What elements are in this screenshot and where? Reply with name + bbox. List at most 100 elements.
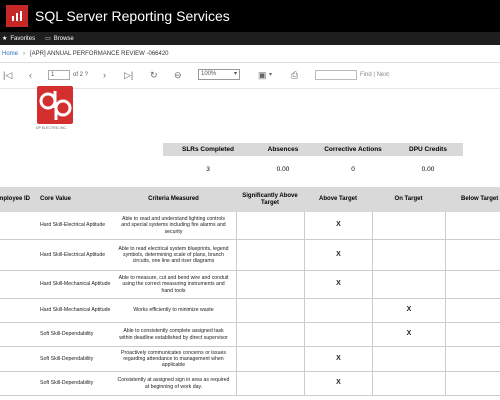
folder-icon: ▭ — [45, 36, 51, 42]
core-value-cell: Hard Skill-Mechanical Aptitude — [40, 307, 111, 314]
page-total: of 2 ? — [73, 72, 89, 78]
employee-id-cell — [0, 240, 38, 270]
below-target-cell — [445, 347, 500, 371]
stats-value-dpu: 0.00 — [421, 166, 435, 173]
below-target-cell — [445, 372, 500, 395]
ssrs-logo-icon[interactable] — [6, 5, 28, 27]
report-toolbar: |◁ ‹ 1 of 2 ? › ▷| ↻ ⊖ 100% ▾ ▣ ▾ ⎙ Find… — [0, 63, 500, 89]
favorites-button[interactable]: ★ Favorites — [2, 35, 36, 43]
header-core-value: Core Value — [40, 196, 72, 202]
above-target-cell: X — [304, 240, 372, 270]
significantly-above-cell — [236, 347, 304, 371]
on-target-cell — [372, 240, 445, 270]
first-page-icon[interactable]: |◁ — [3, 69, 12, 81]
page-number-input[interactable]: 1 — [48, 70, 70, 80]
stats-header-dpu: DPU Credits — [409, 146, 447, 153]
significantly-above-cell — [236, 212, 304, 239]
criteria-cell: Able to read and understand lighting con… — [121, 216, 226, 235]
review-table: Employee ID Core Value Criteria Measured… — [0, 187, 500, 396]
above-target-cell: X — [304, 347, 372, 371]
save-chevron-down-icon[interactable]: ▾ — [269, 69, 272, 81]
title-bar: SQL Server Reporting Services — [0, 0, 500, 32]
below-target-cell — [445, 271, 500, 298]
stats-header-row: SLRs Completed Absences Corrective Actio… — [163, 143, 463, 156]
significantly-above-cell — [236, 271, 304, 298]
last-page-icon[interactable]: ▷| — [124, 69, 133, 81]
table-row: Hard Skill-Electrical Aptitude Able to r… — [0, 240, 500, 271]
criteria-cell: Works efficiently to minimize waste — [133, 307, 214, 314]
employee-id-cell — [0, 271, 38, 298]
stats-header-corrective: Corrective Actions — [324, 146, 382, 153]
save-icon[interactable]: ▣ — [258, 69, 267, 81]
on-target-cell — [372, 347, 445, 371]
above-target-cell: X — [304, 271, 372, 298]
below-target-cell — [445, 299, 500, 322]
next-page-icon[interactable]: › — [103, 69, 106, 81]
table-row: Hard Skill-Mechanical Aptitude Works eff… — [0, 299, 500, 323]
company-logo — [37, 86, 73, 124]
header-significantly-above: Significantly Above Target — [242, 192, 298, 206]
on-target-cell — [372, 212, 445, 239]
core-value-cell: Soft Skill-Dependability — [40, 380, 94, 387]
above-target-cell: X — [304, 212, 372, 239]
on-target-cell: X — [372, 299, 445, 322]
zoom-value: 100% — [201, 71, 217, 77]
breadcrumb-report-name: [APR] ANNUAL PERFORMANCE REVIEW -066420 — [30, 50, 169, 57]
core-value-cell: Hard Skill-Electrical Aptitude — [40, 222, 106, 229]
favorites-bar: ★ Favorites ▭ Browse — [0, 32, 500, 45]
core-value-cell: Hard Skill-Electrical Aptitude — [40, 251, 106, 258]
breadcrumb-home-link[interactable]: Home — [2, 51, 18, 57]
table-row: Soft Skill-Dependability Proactively com… — [0, 347, 500, 372]
stats-value-corrective: 0 — [351, 166, 355, 173]
significantly-above-cell — [236, 240, 304, 270]
print-icon[interactable]: ⎙ — [291, 69, 298, 81]
below-target-cell — [445, 212, 500, 239]
logo-caption: DP ELECTRIC INC. — [36, 126, 68, 130]
browse-label: Browse — [53, 35, 74, 42]
header-above-target: Above Target — [319, 196, 357, 202]
find-input[interactable] — [315, 70, 357, 80]
on-target-cell — [372, 372, 445, 395]
chevron-down-icon: ▾ — [233, 71, 237, 77]
stats-header-slrs: SLRs Completed — [181, 146, 234, 153]
stats-value-absences: 0.00 — [276, 166, 290, 173]
above-target-cell: X — [304, 372, 372, 395]
employee-id-cell — [0, 212, 38, 239]
breadcrumb-separator: › — [23, 50, 26, 57]
header-below-target: Below Target — [461, 196, 499, 202]
prev-page-icon[interactable]: ‹ — [29, 69, 32, 81]
above-target-cell — [304, 323, 372, 346]
app-title: SQL Server Reporting Services — [35, 8, 230, 24]
significantly-above-cell — [236, 323, 304, 346]
significantly-above-cell — [236, 299, 304, 322]
core-value-cell: Soft Skill-Dependability — [40, 355, 94, 362]
breadcrumb: Home › [APR] ANNUAL PERFORMANCE REVIEW -… — [0, 45, 500, 63]
employee-id-cell — [0, 299, 38, 322]
below-target-cell — [445, 323, 500, 346]
header-criteria: Criteria Measured — [148, 196, 199, 202]
stats-header-absences: Absences — [267, 146, 299, 153]
criteria-cell: Proactively communicates concerns or iss… — [121, 349, 226, 369]
criteria-cell: Able to measure, cut and bend wire and c… — [118, 275, 229, 294]
on-target-cell: X — [372, 323, 445, 346]
table-row: Soft Skill-Dependability Able to consist… — [0, 323, 500, 347]
favorites-label: Favorites — [10, 35, 36, 42]
review-table-header: Employee ID Core Value Criteria Measured… — [0, 187, 500, 212]
stats-value-slrs: 3 — [206, 166, 210, 173]
below-target-cell — [445, 240, 500, 270]
criteria-cell: Able to consistently complete assigned t… — [119, 328, 228, 341]
back-to-parent-icon[interactable]: ⊖ — [174, 69, 182, 81]
criteria-cell: Consistently at assigned sign in area as… — [117, 377, 230, 390]
star-icon: ★ — [2, 36, 8, 42]
find-next-links[interactable]: Find | Next — [360, 72, 389, 78]
browse-button[interactable]: ▭ Browse — [45, 35, 74, 43]
header-on-target: On Target — [394, 196, 423, 202]
refresh-icon[interactable]: ↻ — [150, 69, 158, 81]
zoom-select[interactable]: 100% ▾ — [198, 69, 240, 80]
stats-value-row: 3 0.00 0 0.00 — [163, 163, 463, 175]
employee-id-cell — [0, 347, 38, 371]
header-employee-id: Employee ID — [0, 196, 31, 202]
core-value-cell: Soft Skill-Dependability — [40, 331, 94, 338]
significantly-above-cell — [236, 372, 304, 395]
above-target-cell — [304, 299, 372, 322]
